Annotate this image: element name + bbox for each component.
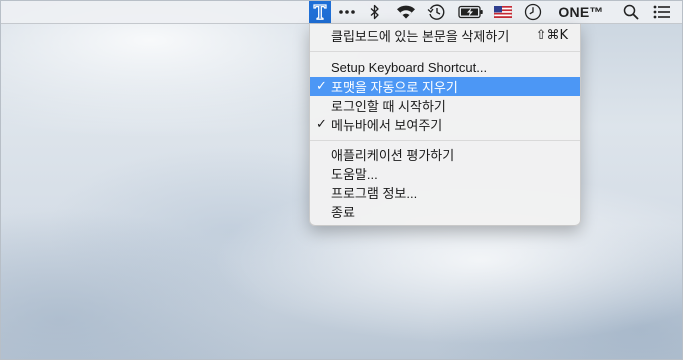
menu-item-label: Setup Keyboard Shortcut... [331,60,488,75]
menu-item-label: 도움말... [331,167,378,182]
menu-bar: ONE™ [0,0,683,24]
menu-item-label: 종료 [331,205,355,220]
clock-icon[interactable] [522,0,544,23]
dropdown-menu: 클립보드에 있는 본문을 삭제하기 ⇧⌘K Setup Keyboard Sho… [309,24,581,226]
menu-separator [310,51,580,52]
bluetooth-icon[interactable] [367,0,383,23]
menu-item-auto-clear-format[interactable]: ✓ 포맷을 자동으로 지우기 [310,77,580,96]
menu-item-label: 메뉴바에서 보여주기 [331,118,443,133]
app-name-menu[interactable]: ONE™ [552,0,610,23]
menu-item-start-at-login[interactable]: 로그인할 때 시작하기 [310,96,580,115]
menu-item-label: 포맷을 자동으로 지우기 [331,80,458,95]
menu-item-quit[interactable]: 종료 [310,202,580,221]
us-flag-icon[interactable] [492,0,514,23]
menu-item-label: 애플리케이션 평가하기 [331,148,455,163]
menu-item-help[interactable]: 도움말... [310,164,580,183]
t-icon-glyph [313,3,327,20]
battery-charging-icon[interactable] [457,0,485,23]
t-icon[interactable] [309,0,331,23]
menu-item-label: 프로그램 정보... [331,186,418,201]
wifi-icon[interactable] [393,0,419,23]
menu-item-about[interactable]: 프로그램 정보... [310,183,580,202]
app-name-label: ONE™ [558,3,604,20]
menu-item-rate-app[interactable]: 애플리케이션 평가하기 [310,145,580,164]
more-dots-icon[interactable] [336,0,358,23]
menu-item-show-in-menubar[interactable]: ✓ 메뉴바에서 보여주기 [310,115,580,134]
search-icon[interactable] [620,0,642,23]
time-machine-icon[interactable] [425,0,447,23]
checkmark-icon: ✓ [316,79,327,94]
checkmark-icon: ✓ [316,117,327,132]
list-icon[interactable] [650,0,674,23]
menu-item-label: 클립보드에 있는 본문을 삭제하기 [331,29,510,44]
menu-item-label: 로그인할 때 시작하기 [331,99,446,114]
menu-item-setup-keyboard-shortcut[interactable]: Setup Keyboard Shortcut... [310,58,580,77]
menu-item-clear-clipboard-text[interactable]: 클립보드에 있는 본문을 삭제하기 ⇧⌘K [310,26,580,45]
menu-item-shortcut: ⇧⌘K [535,28,568,43]
menu-separator [310,140,580,141]
